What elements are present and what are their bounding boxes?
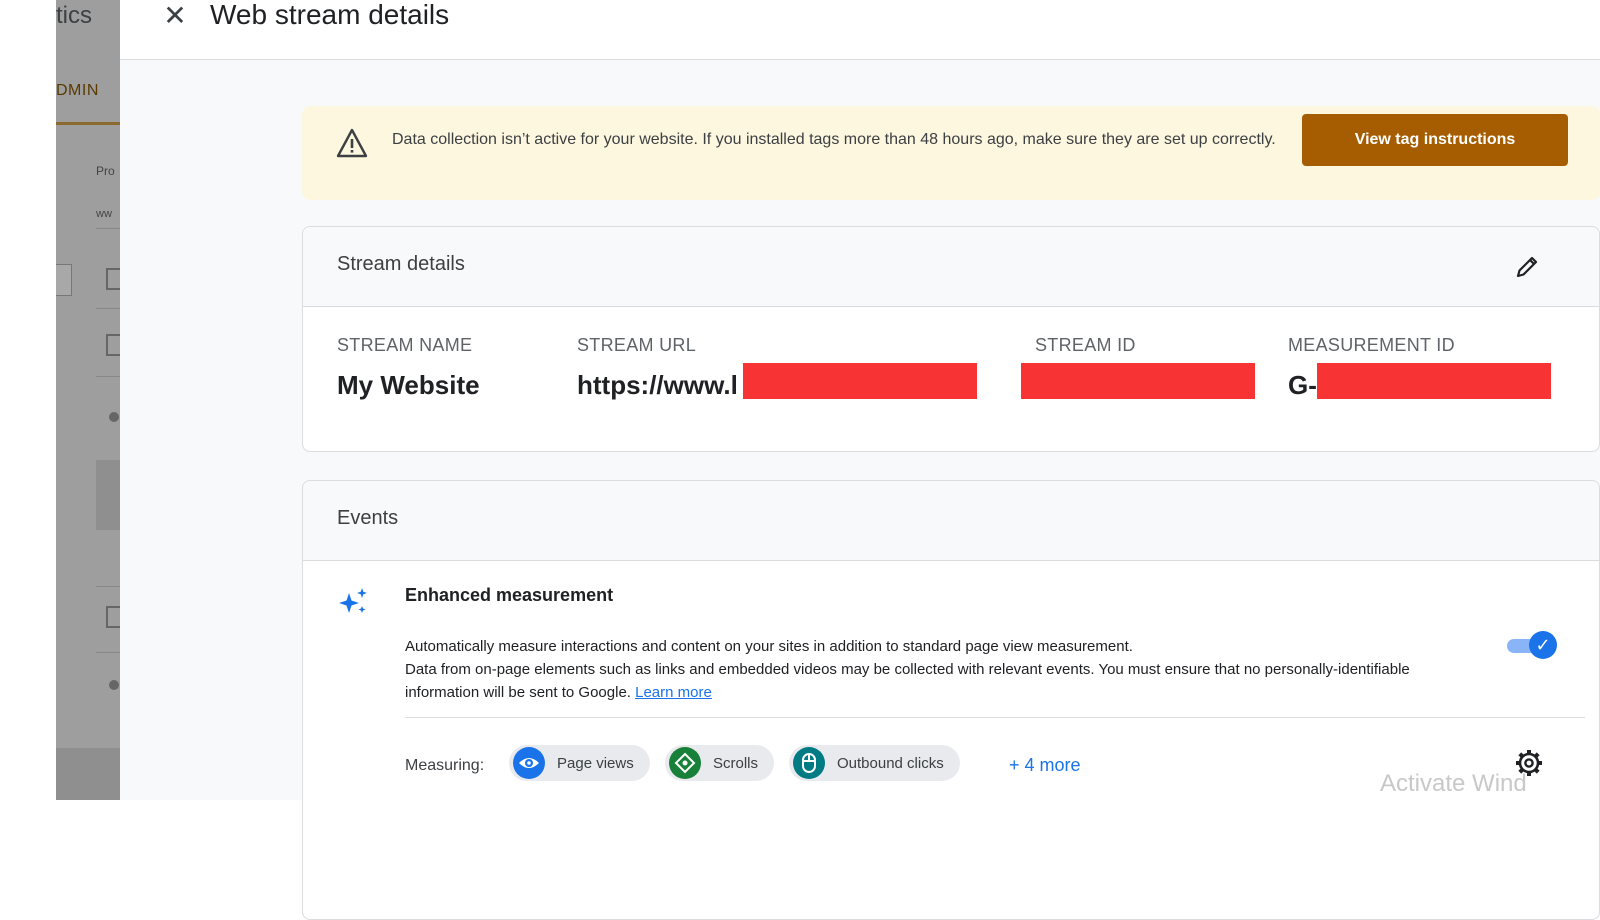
warning-triangle-icon: [336, 128, 368, 158]
enhanced-measurement-toggle[interactable]: ✓: [1505, 631, 1557, 659]
background-user-icon: [109, 680, 119, 690]
enhanced-measurement-description: Automatically measure interactions and c…: [405, 635, 1445, 704]
background-divider: [96, 652, 120, 653]
events-title: Events: [337, 507, 399, 529]
panel-title: Web stream details: [210, 0, 450, 30]
background-app-title: tics: [56, 2, 92, 29]
background-url-label: ww: [96, 208, 112, 220]
background-divider: [96, 586, 120, 587]
measuring-label: Measuring:: [405, 757, 485, 774]
redaction-box: [1317, 363, 1551, 399]
enhanced-measurement-title: Enhanced measurement: [405, 585, 614, 605]
events-header: Events: [303, 481, 1599, 561]
enhanced-measurement-line1: Automatically measure interactions and c…: [405, 638, 1133, 655]
background-admin-tab: DMIN: [56, 82, 99, 99]
background-user-icon: [109, 412, 119, 422]
stream-name-label: STREAM NAME: [337, 335, 473, 355]
divider: [405, 717, 1585, 718]
background-divider: [96, 376, 120, 377]
enhanced-measurement-line2: Data from on-page elements such as links…: [405, 661, 1410, 701]
stream-details-card: Stream details STREAM NAME My Website ST…: [302, 226, 1600, 452]
background-property-label: Pro: [96, 164, 115, 178]
chip-scrolls[interactable]: Scrolls: [665, 745, 775, 781]
chip-label: Page views: [557, 754, 634, 772]
edit-pencil-icon[interactable]: [1513, 253, 1541, 281]
background-menu-icon: [106, 334, 120, 356]
check-icon: ✓: [1529, 631, 1557, 659]
banner-message: Data collection isn’t active for your we…: [392, 131, 1276, 148]
stream-id-label: STREAM ID: [1035, 335, 1136, 355]
measurement-id-label: MEASUREMENT ID: [1288, 335, 1455, 355]
background-footer: [56, 748, 120, 800]
scroll-icon: [669, 747, 701, 779]
stream-details-header: Stream details: [303, 227, 1599, 307]
learn-more-link[interactable]: Learn more: [635, 684, 712, 701]
background-app: tics DMIN Pro ww: [56, 0, 120, 800]
background-tab-indicator: [56, 122, 120, 125]
left-edge: [0, 0, 56, 800]
stream-details-title: Stream details: [337, 253, 465, 275]
background-menu-icon: [106, 606, 120, 628]
eye-icon: [513, 747, 545, 779]
more-events-link[interactable]: + 4 more: [1009, 755, 1081, 776]
mouse-icon: [793, 747, 825, 779]
redaction-box: [1021, 363, 1255, 399]
stream-name-value: My Website: [337, 370, 480, 400]
events-card: Events Enhanced measurement Automaticall…: [302, 480, 1600, 920]
background-divider: [96, 228, 120, 229]
windows-activation-watermark: Activate Wind: [1380, 770, 1527, 797]
chip-label: Outbound clicks: [837, 754, 944, 772]
web-stream-details-panel: ✕ Web stream details Data collection isn…: [120, 0, 1600, 920]
background-divider: [96, 308, 120, 309]
chip-outbound-clicks[interactable]: Outbound clicks: [789, 745, 960, 781]
data-collection-warning-banner: Data collection isn’t active for your we…: [302, 106, 1600, 200]
background-dropdown: [56, 264, 72, 296]
stream-name-field: STREAM NAME My Website: [337, 335, 480, 401]
chip-label: Scrolls: [713, 754, 759, 772]
view-tag-instructions-button[interactable]: View tag instructions: [1302, 114, 1568, 166]
stream-url-field: STREAM URL https://www.l: [577, 335, 738, 401]
panel-header: ✕ Web stream details: [120, 0, 1600, 60]
redaction-box: [743, 363, 977, 399]
chip-page-views[interactable]: Page views: [509, 745, 650, 781]
stream-url-label: STREAM URL: [577, 335, 697, 355]
close-icon[interactable]: ✕: [160, 0, 190, 31]
stream-url-value[interactable]: https://www.l: [577, 370, 738, 401]
background-menu-icon: [106, 268, 120, 290]
sparkle-icon: [339, 588, 367, 613]
background-selected-item: [96, 460, 120, 530]
